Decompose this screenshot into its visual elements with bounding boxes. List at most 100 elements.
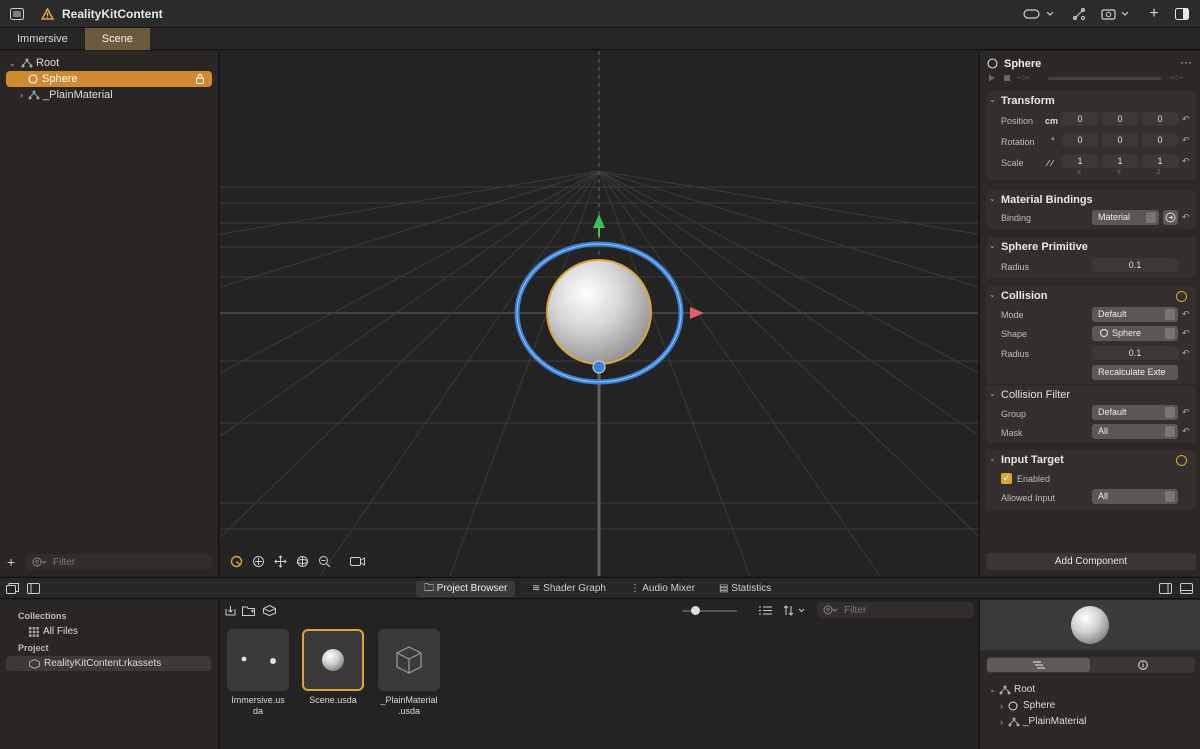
chevron-updown-icon: [1165, 309, 1175, 320]
slider-knob[interactable]: [691, 606, 700, 615]
add-component-button[interactable]: Add Component: [986, 553, 1196, 570]
reset-icon[interactable]: ↶: [1182, 309, 1190, 320]
tab-immersive[interactable]: Immersive: [0, 28, 85, 50]
position-y-field[interactable]: 0: [1102, 112, 1138, 126]
position-x-field[interactable]: 0: [1062, 112, 1098, 126]
chevron-down-icon[interactable]: ⌄: [989, 454, 996, 463]
play-icon[interactable]: [988, 74, 996, 82]
add-icon[interactable]: +: [1144, 4, 1164, 24]
component-enabled-icon[interactable]: [1176, 291, 1187, 302]
hierarchy-segment[interactable]: [987, 658, 1090, 672]
chevron-down-icon[interactable]: ⌄: [989, 95, 996, 104]
panel-right-icon[interactable]: [1159, 583, 1172, 594]
material-link-button[interactable]: [1163, 210, 1178, 225]
stop-icon[interactable]: [1003, 74, 1011, 82]
chevron-down-icon[interactable]: ⌄: [9, 59, 21, 68]
tab-project-browser[interactable]: 🗀 Project Browser: [416, 581, 516, 597]
binding-popup[interactable]: Material: [1092, 210, 1159, 225]
scale-x-field[interactable]: 1: [1062, 154, 1098, 168]
allowed-input-popup[interactable]: All: [1092, 489, 1178, 504]
rotation-x-field[interactable]: 0: [1062, 133, 1098, 147]
asset-immersive[interactable]: [227, 629, 289, 691]
outline-filter[interactable]: Filter: [26, 554, 212, 570]
position-z-field[interactable]: 0: [1142, 112, 1178, 126]
reset-icon[interactable]: ↶: [1182, 328, 1190, 339]
chevron-down-icon[interactable]: ⌄: [989, 241, 996, 250]
shape-popup[interactable]: Sphere: [1092, 326, 1178, 341]
more-options-icon[interactable]: ···: [1180, 55, 1192, 69]
tab-shader-graph[interactable]: ≋ Shader Graph: [524, 581, 614, 597]
recalculate-extents-button[interactable]: Recalculate Exte: [1092, 365, 1178, 380]
chevron-right-icon[interactable]: ›: [1000, 717, 1008, 727]
lock-icon[interactable]: [196, 74, 204, 84]
reset-icon[interactable]: ↶: [1182, 156, 1190, 167]
sort-icon[interactable]: [783, 605, 807, 616]
library-icon[interactable]: [6, 583, 19, 594]
pan-icon[interactable]: [274, 555, 287, 568]
component-enabled-icon[interactable]: [1176, 455, 1187, 466]
reset-icon[interactable]: ↶: [1182, 114, 1190, 125]
scale-y-field[interactable]: 1: [1102, 154, 1138, 168]
timeline-scrubber[interactable]: [1048, 77, 1161, 80]
scene-viewport[interactable]: [220, 51, 978, 576]
chevron-right-icon[interactable]: ›: [20, 90, 28, 100]
tab-scene[interactable]: Scene: [84, 28, 150, 50]
preview-tree-sphere[interactable]: › Sphere: [1000, 700, 1055, 711]
chevron-down-icon[interactable]: ⌄: [989, 685, 999, 694]
rotation-y-field[interactable]: 0: [1102, 133, 1138, 147]
warning-icon[interactable]: [40, 4, 54, 24]
reset-icon[interactable]: ↶: [1182, 348, 1190, 359]
all-files-item[interactable]: All Files: [29, 626, 78, 637]
sidebar-toggle-icon[interactable]: [27, 583, 40, 594]
gizmo-tool-icon[interactable]: [1064, 4, 1094, 24]
asset-scene[interactable]: [302, 629, 364, 691]
collision-radius-field[interactable]: 0.1: [1092, 346, 1178, 360]
scale-z-field[interactable]: 1: [1142, 154, 1178, 168]
tab-statistics[interactable]: ▤ Statistics: [711, 581, 779, 597]
link-icon[interactable]: [1044, 158, 1056, 168]
mask-popup[interactable]: All: [1092, 424, 1178, 439]
reset-icon[interactable]: ↶: [1182, 426, 1190, 437]
chevron-down-icon[interactable]: ⌄: [989, 389, 996, 398]
rotation-z-field[interactable]: 0: [1142, 133, 1178, 147]
reset-icon[interactable]: ↶: [1182, 135, 1190, 146]
chevron-right-icon[interactable]: ›: [1000, 701, 1008, 711]
sphere-icon: [1100, 329, 1108, 337]
asset-plainmaterial[interactable]: [378, 629, 440, 691]
preview-tree-root[interactable]: ⌄ Root: [989, 684, 1035, 695]
move-icon[interactable]: [252, 555, 265, 568]
project-item[interactable]: RealityKitContent.rkassets: [6, 656, 211, 671]
reset-icon[interactable]: ↶: [1182, 212, 1190, 223]
snap-rotate-icon[interactable]: [230, 555, 243, 568]
add-content-icon[interactable]: [263, 605, 276, 616]
panel-bottom-icon[interactable]: [1180, 583, 1193, 594]
import-icon[interactable]: [225, 605, 236, 616]
sidebar-toggle-icon[interactable]: [8, 4, 26, 24]
project-item-label: RealityKitContent.rkassets: [44, 658, 162, 669]
tab-audio-mixer[interactable]: ⋮ Audio Mixer: [622, 581, 703, 597]
browser-filter[interactable]: Filter: [817, 602, 974, 618]
outline-item-plainmaterial[interactable]: › _PlainMaterial: [6, 87, 212, 103]
mode-popup[interactable]: Default: [1092, 307, 1178, 322]
camera-icon[interactable]: [1098, 4, 1132, 24]
outline-item-label: Root: [36, 57, 60, 69]
transform-section: ⌄ Transform Position cm 0 0 0 ↶ Rotation…: [986, 91, 1196, 180]
zoom-icon[interactable]: [318, 555, 331, 568]
info-segment[interactable]: [1091, 658, 1194, 672]
reset-icon[interactable]: ↶: [1182, 407, 1190, 418]
outline-item-root[interactable]: ⌄ Root: [6, 55, 212, 71]
list-view-icon[interactable]: [759, 606, 772, 615]
new-folder-icon[interactable]: [242, 605, 255, 616]
camera-view-icon[interactable]: [350, 556, 365, 567]
headset-destination-icon[interactable]: [1018, 4, 1058, 24]
orbit-icon[interactable]: [296, 555, 309, 568]
enabled-checkbox[interactable]: ✓: [1001, 473, 1012, 484]
add-entity-icon[interactable]: +: [7, 554, 15, 570]
radius-field[interactable]: 0.1: [1092, 258, 1178, 272]
inspector-toggle-icon[interactable]: [1172, 4, 1192, 24]
preview-tree-plainmaterial[interactable]: › _PlainMaterial: [1000, 716, 1086, 727]
outline-item-sphere[interactable]: Sphere: [6, 71, 212, 87]
chevron-down-icon[interactable]: ⌄: [989, 194, 996, 203]
group-popup[interactable]: Default: [1092, 405, 1178, 420]
chevron-down-icon[interactable]: ⌄: [989, 290, 996, 299]
